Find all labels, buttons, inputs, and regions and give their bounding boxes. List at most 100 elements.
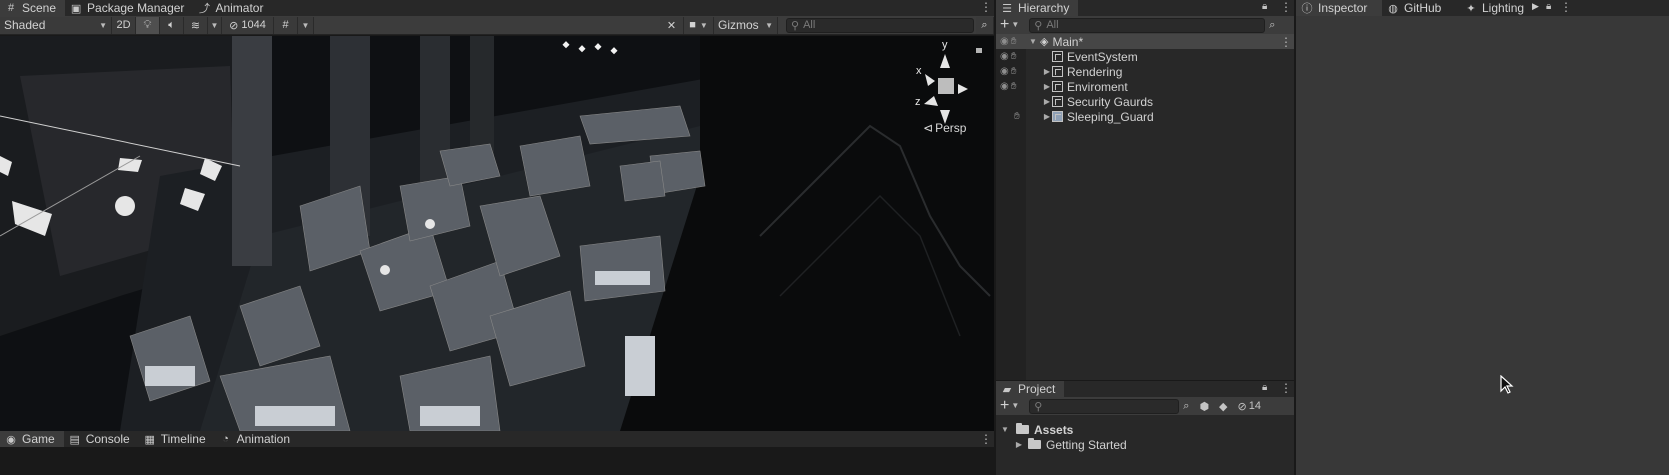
scene-search-input[interactable]: ⚲ All	[786, 17, 974, 33]
tab-project[interactable]: ▰ Project	[996, 381, 1065, 397]
tab-inspector[interactable]: ⓘ Inspector	[1296, 0, 1382, 16]
search-by-type-icon[interactable]: ⌕	[1183, 400, 1189, 413]
bulb-icon: 💡︎	[143, 18, 152, 31]
search-icon: ⚲	[1034, 400, 1043, 413]
chevron-down-icon: ▼	[699, 20, 708, 30]
filter-by-type-icon[interactable]: ⬢	[1199, 400, 1209, 413]
speaker-icon: 🔈︎	[168, 18, 175, 31]
project-tree-item[interactable]: ▼ Assets	[996, 422, 1294, 437]
expand-arrow-icon[interactable]: ▶	[1042, 67, 1052, 76]
scene-viewport[interactable]: y x z ⊲ Persp	[0, 36, 994, 431]
project-search-input[interactable]: ⚲	[1029, 398, 1180, 414]
folder-icon	[1028, 438, 1041, 449]
create-dropdown[interactable]: + ▼	[1000, 17, 1019, 33]
gizmo-axis-z: z	[915, 96, 921, 108]
grid-dropdown[interactable]: ▼	[298, 16, 314, 34]
effects-dropdown[interactable]: ▼	[208, 16, 222, 34]
hierarchy-item[interactable]: ◉ ✋︎ EventSystem	[996, 49, 1294, 64]
animation-icon: ◔	[222, 433, 229, 445]
tab-game[interactable]: ◉ Game	[0, 431, 64, 447]
expand-arrow-icon[interactable]: ▶	[1042, 112, 1052, 121]
gameobject-icon	[1052, 96, 1063, 107]
eye-icon: ◉	[1000, 51, 1009, 62]
tab-lighting-label: Lighting	[1482, 1, 1525, 15]
hierarchy-item[interactable]: ✋︎ ▶ Sleeping_Guard	[996, 109, 1294, 124]
expand-arrow-icon[interactable]: ▼	[1000, 425, 1010, 434]
tab-github[interactable]: ◍ GitHub	[1382, 0, 1460, 16]
mouse-cursor-icon	[1500, 375, 1514, 394]
grid-icon: #	[7, 2, 15, 14]
hierarchy-item[interactable]: ▶ Security Gaurds	[996, 94, 1294, 109]
visibility-toggle[interactable]: ◉ ✋︎	[1000, 51, 1016, 62]
tab-animator[interactable]: ⤴ Animator	[193, 0, 272, 16]
gameobject-icon	[1052, 66, 1063, 77]
scene-row-menu-icon[interactable]: ⋮	[1280, 35, 1292, 49]
plus-icon: +	[1000, 397, 1010, 414]
tab-project-label: Project	[1018, 382, 1056, 396]
console-icon: ▤	[69, 433, 80, 446]
hierarchy-item-label: Security Gaurds	[1067, 94, 1154, 109]
draw-mode-dropdown[interactable]: Shaded ▼	[0, 16, 112, 34]
tools-button[interactable]: ✕	[660, 16, 684, 34]
lock-icon[interactable]: 🔒︎	[1262, 382, 1267, 393]
hierarchy-search-input[interactable]: ⚲ All	[1029, 17, 1266, 33]
game-menu-icon[interactable]: ⋮	[980, 432, 992, 446]
tab-animation[interactable]: ◔ Animation	[215, 431, 299, 447]
hierarchy-scene-row[interactable]: ◉ ✋︎ ▼ ◈ Main* ⋮	[996, 34, 1294, 49]
lock-icon[interactable]: 🔒︎	[1262, 1, 1267, 12]
tab-animator-label: Animator	[215, 1, 264, 15]
expand-arrow-icon[interactable]: ▶	[1042, 97, 1052, 106]
hierarchy-search-placeholder: All	[1046, 19, 1059, 31]
pick-toggle[interactable]: ✋︎	[1014, 111, 1020, 122]
tab-scroll-right-icon[interactable]: ▶	[1532, 1, 1539, 12]
visibility-toggle[interactable]: ◉ ✋︎	[1000, 36, 1016, 47]
project-tree-item[interactable]: ▶ Getting Started	[996, 437, 1294, 452]
hierarchy-item[interactable]: ◉ ✋︎ ▶ Rendering	[996, 64, 1294, 79]
search-filter-icon[interactable]: ⌕	[1269, 19, 1275, 32]
inspector-menu-icon[interactable]: ⋮	[1560, 0, 1572, 14]
visibility-toggle[interactable]: ◉ ✋︎	[1000, 66, 1016, 77]
grid-toggle-button[interactable]: #	[274, 16, 298, 34]
expand-arrow-icon[interactable]: ▶	[1014, 440, 1024, 449]
hierarchy-menu-icon[interactable]: ⋮	[1280, 0, 1292, 14]
lighting-toggle-button[interactable]: 💡︎	[136, 16, 160, 34]
folder-icon	[1016, 423, 1029, 434]
effects-toggle-button[interactable]: ≋	[184, 16, 208, 34]
tab-timeline-label: Timeline	[160, 432, 206, 446]
projection-toggle[interactable]: ⊲ Persp	[923, 121, 966, 135]
expand-arrow-icon[interactable]: ▶	[1042, 82, 1052, 91]
project-tree-label: Assets	[1034, 422, 1074, 437]
tab-timeline[interactable]: ▦ Timeline	[139, 431, 215, 447]
game-tab-bar: ◉ Game ▤ Console ▦ Timeline ◔ Animation …	[0, 431, 994, 447]
tab-console-label: Console	[85, 432, 130, 446]
expand-arrow-icon[interactable]: ▼	[1028, 37, 1038, 46]
filter-by-label-icon[interactable]: ◆	[1219, 400, 1227, 413]
search-filter-button[interactable]: ⌕	[976, 16, 994, 34]
create-asset-dropdown[interactable]: + ▼	[1000, 397, 1019, 414]
project-menu-icon[interactable]: ⋮	[1280, 381, 1292, 395]
tab-hierarchy[interactable]: ☰ Hierarchy	[996, 0, 1079, 16]
tab-package-manager[interactable]: ▣ Package Manager	[65, 0, 193, 16]
projection-label: Persp	[935, 121, 967, 135]
gizmos-dropdown[interactable]: Gizmos ▼	[714, 16, 778, 34]
hidden-packages-toggle[interactable]: ⊘ 14	[1238, 400, 1261, 413]
chevron-down-icon: ▼	[301, 20, 310, 30]
camera-dropdown[interactable]: ■ ▼	[684, 16, 714, 34]
eye-slash-icon: ⊘	[1237, 400, 1247, 413]
audio-toggle-button[interactable]: 🔈︎	[160, 16, 184, 34]
inspector-content	[1296, 16, 1669, 475]
hierarchy-item[interactable]: ◉ ✋︎ ▶ Enviroment	[996, 79, 1294, 94]
unity-scene-icon: ◈	[1040, 36, 1049, 48]
hidden-objects-toggle[interactable]: ⊘ 1044	[222, 16, 274, 34]
2d-toggle-button[interactable]: 2D	[112, 16, 136, 34]
inspector-panel: ⓘ Inspector ◍ GitHub ✦ Lighting ▶ 🔒︎ ⋮	[1296, 0, 1669, 475]
lock-icon[interactable]: 🔒︎	[1546, 1, 1551, 12]
camera-icon: ■	[689, 19, 696, 31]
tab-scene[interactable]: # Scene	[0, 0, 66, 16]
hierarchy-item-label: Sleeping_Guard	[1067, 109, 1154, 124]
visibility-toggle[interactable]: ◉ ✋︎	[1000, 81, 1016, 92]
tab-lighting[interactable]: ✦ Lighting	[1460, 0, 1533, 16]
filter-icon: ⌕	[981, 18, 988, 31]
scene-menu-icon[interactable]: ⋮	[980, 0, 992, 14]
tab-console[interactable]: ▤ Console	[64, 431, 139, 447]
